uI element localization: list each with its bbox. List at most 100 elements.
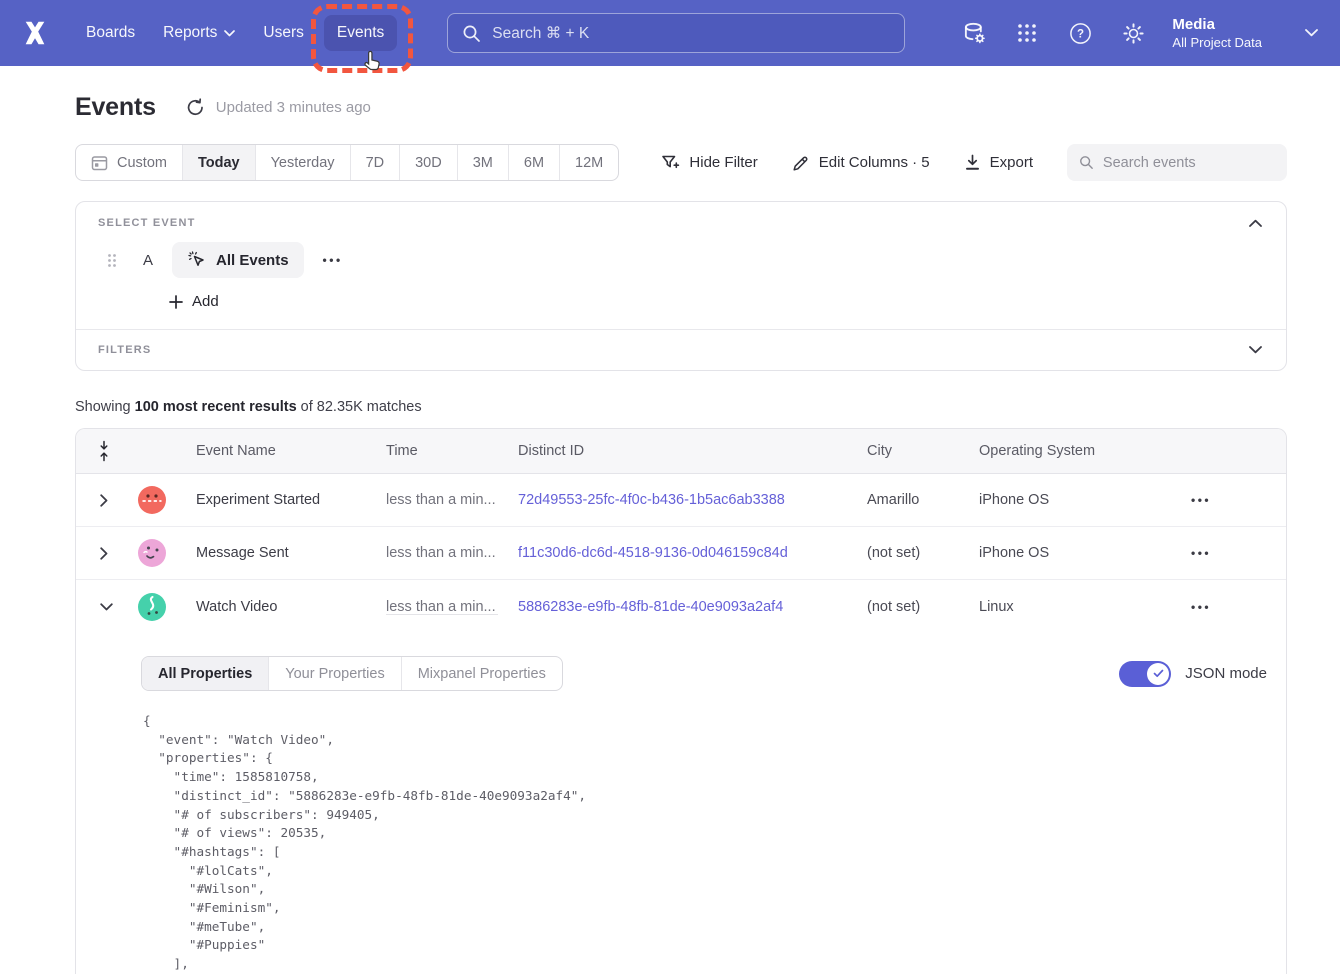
mixpanel-logo-icon[interactable] (20, 16, 56, 50)
add-label: Add (192, 293, 219, 310)
nav-item-label: Users (263, 24, 303, 42)
tab-label: Your Properties (285, 666, 384, 682)
chevron-up-icon (1249, 219, 1262, 227)
row-more-button[interactable]: ••• (1185, 545, 1217, 561)
magic-cursor-icon (187, 250, 207, 270)
tab-mixpanel-properties[interactable]: Mixpanel Properties (401, 657, 562, 690)
calendar-icon (91, 154, 108, 171)
nav-item-boards[interactable]: Boards (72, 15, 149, 51)
date-range-label: Today (198, 155, 240, 171)
nav-item-events-wrapper: Events (324, 15, 397, 51)
tab-your-properties[interactable]: Your Properties (268, 657, 400, 690)
filters-label: FILTERS (98, 344, 151, 356)
date-range-yesterday[interactable]: Yesterday (255, 145, 350, 180)
column-header-city[interactable]: City (851, 443, 963, 459)
last-updated-text: Updated 3 minutes ago (216, 99, 371, 116)
date-range-selector: Custom Today Yesterday 7D 30D 3M 6M 12M (75, 144, 619, 181)
add-event-button[interactable]: Add (169, 293, 219, 314)
settings-gear-icon[interactable] (1121, 21, 1145, 45)
row-collapse-button[interactable] (76, 603, 124, 611)
event-avatar (138, 593, 166, 621)
project-scope: All Project Data (1172, 34, 1262, 51)
json-mode-label: JSON mode (1185, 665, 1267, 682)
export-button[interactable]: Export (964, 154, 1033, 171)
event-avatar (138, 486, 166, 514)
chevron-down-icon[interactable] (1305, 29, 1318, 37)
nav-item-events[interactable]: Events (324, 15, 397, 51)
column-header-distinct-id[interactable]: Distinct ID (502, 443, 851, 459)
row-expand-button[interactable] (76, 494, 124, 507)
json-mode-toggle[interactable] (1119, 661, 1171, 687)
project-name: Media (1172, 15, 1262, 34)
date-range-custom[interactable]: Custom (76, 145, 182, 180)
nav-item-label: Reports (163, 24, 217, 42)
nav-item-reports[interactable]: Reports (149, 15, 249, 51)
download-icon (964, 154, 981, 171)
events-search-input[interactable] (1103, 155, 1275, 171)
refresh-button[interactable] (186, 98, 205, 117)
export-label: Export (990, 154, 1033, 171)
tab-all-properties[interactable]: All Properties (142, 657, 268, 690)
date-range-label: Custom (117, 155, 167, 171)
column-header-time[interactable]: Time (370, 443, 502, 459)
svg-text:?: ? (1077, 28, 1084, 40)
table-row: Experiment Started less than a min... 72… (76, 474, 1286, 527)
nav-item-users[interactable]: Users (249, 15, 317, 51)
pencil-icon (792, 154, 810, 172)
event-city: Amarillo (851, 492, 963, 508)
date-range-30d[interactable]: 30D (399, 145, 457, 180)
expand-filters-button[interactable] (1247, 344, 1264, 356)
date-range-6m[interactable]: 6M (508, 145, 559, 180)
event-selector-button[interactable]: All Events (172, 242, 304, 278)
nav-item-label: Boards (86, 24, 135, 42)
column-header-event-name[interactable]: Event Name (180, 443, 370, 459)
distinct-id-link[interactable]: 72d49553-25fc-4f0c-b436-1b5ac6ab3388 (502, 492, 851, 508)
event-selector-label: All Events (216, 252, 289, 269)
event-os: Linux (963, 599, 1169, 615)
data-management-icon[interactable] (962, 21, 986, 45)
primary-nav: Boards Reports Users Events (72, 15, 397, 51)
global-search-input[interactable]: Search ⌘ + K (447, 13, 905, 53)
nav-item-label: Events (337, 24, 384, 42)
event-os: iPhone OS (963, 492, 1169, 508)
properties-tabs: All Properties Your Properties Mixpanel … (141, 656, 563, 691)
date-range-today[interactable]: Today (182, 145, 255, 180)
project-selector[interactable]: Media All Project Data (1172, 15, 1262, 51)
hand-cursor-icon (359, 49, 381, 73)
event-city: (not set) (851, 599, 963, 615)
row-more-button[interactable]: ••• (1185, 599, 1217, 615)
summary-suffix: of 82.35K matches (297, 399, 422, 415)
row-more-button[interactable]: ••• (1185, 492, 1217, 508)
date-range-12m[interactable]: 12M (559, 145, 618, 180)
collapse-section-button[interactable] (1247, 217, 1264, 229)
chevron-right-icon (100, 494, 108, 507)
event-json-viewer[interactable]: { "event": "Watch Video", "properties": … (143, 712, 1267, 974)
global-search-placeholder: Search ⌘ + K (492, 24, 589, 43)
drag-handle-icon[interactable] (107, 253, 117, 268)
distinct-id-link[interactable]: 5886283e-e9fb-48fb-81de-40e9093a2af4 (502, 599, 851, 615)
hide-filter-button[interactable]: Hide Filter (661, 154, 757, 172)
date-range-3m[interactable]: 3M (457, 145, 508, 180)
select-event-label: SELECT EVENT (98, 217, 196, 229)
distinct-id-link[interactable]: f11c30d6-dc6d-4518-9136-0d046159c84d (502, 545, 851, 561)
edit-columns-button[interactable]: Edit Columns · 5 (792, 154, 930, 172)
row-expand-button[interactable] (76, 547, 124, 560)
event-row-letter: A (143, 252, 153, 269)
query-builder-card: SELECT EVENT A All Events ••• Add (75, 201, 1287, 371)
event-time: less than a min... (370, 545, 502, 561)
apps-grid-icon[interactable] (1015, 21, 1039, 45)
sort-column-button[interactable] (76, 440, 124, 462)
tab-label: Mixpanel Properties (418, 666, 546, 682)
chevron-down-icon (224, 30, 235, 37)
column-header-os[interactable]: Operating System (963, 443, 1169, 459)
help-icon[interactable]: ? (1068, 21, 1092, 45)
date-range-7d[interactable]: 7D (350, 145, 400, 180)
table-row: Message Sent less than a min... f11c30d6… (76, 527, 1286, 580)
date-range-label: 3M (473, 155, 493, 171)
event-row-more-button[interactable]: ••• (317, 249, 349, 271)
event-name: Watch Video (180, 599, 370, 615)
plus-icon (169, 295, 183, 309)
event-name: Experiment Started (180, 492, 370, 508)
events-search-box (1067, 144, 1287, 181)
check-icon (1153, 669, 1164, 678)
